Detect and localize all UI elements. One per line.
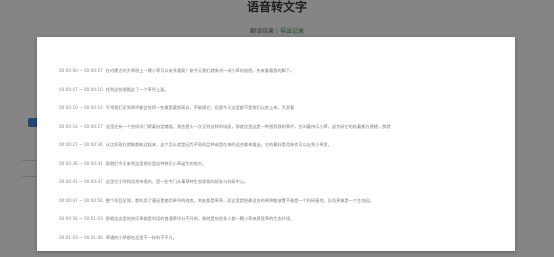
transcript-timestamp: 00:00:36 ~ 00:00:41 (59, 160, 103, 166)
transcript-timestamp: 00:01:03 ~ 00:01:08 (59, 234, 103, 240)
transcript-row: 00:00:56 ~ 00:01:03 那就这这里的快乐草都是利用的普通草坪分不开… (59, 210, 499, 229)
transcript-list: 00:00:00 ~ 00:00:07 在内蒙古的大草原上一棵小草可以有多重要？能… (59, 62, 499, 247)
transcript-text: 那就们今天来到这里那也是这种快乐小草诞生的地方。 (105, 160, 207, 166)
transcript-row: 00:00:41 ~ 00:00:47 这里位于呼和浩特市境内，是一些专门从事草种… (59, 173, 499, 192)
transcript-modal: 00:00:00 ~ 00:00:07 在内蒙古的大草原上一棵小草可以有多重要？能… (37, 37, 515, 251)
transcript-row: 00:00:16 ~ 00:00:27 这里还有一个些研学门得着协定踏饭，我也是头… (59, 118, 499, 137)
transcript-row: 00:00:36 ~ 00:00:41 那就们今天来到这里那也是这种快乐小草诞生的… (59, 155, 499, 174)
transcript-text: 找到这些便跟这了一个草坪上面。 (105, 86, 169, 92)
transcript-timestamp: 00:00:10 ~ 00:00:16 (59, 105, 103, 110)
transcript-row: 00:00:27 ~ 00:00:36 从比如现在就能都能过起来，这个怎么就是因为… (59, 136, 499, 155)
transcript-row: 00:00:47 ~ 00:00:56 整个项目区域，都利用了基因是使用草坪的改良… (59, 192, 499, 211)
transcript-row: 00:00:10 ~ 00:00:16 平常我们见到草坪都会觉得一些像是要很高去，… (59, 99, 499, 118)
transcript-text: 这里还有一个些研学门得着协定踏饭，我也是头一次见到这样的场面，那就这里这是一种感… (105, 123, 391, 129)
transcript-text: 平常我们见到草坪都会觉得一些像是要很高去，不能踩它，但是今天这里都不是我们以前上… (105, 105, 295, 110)
transcript-text: 那就这这里的快乐草都是利用的普通草坪分不开的，那就是给很多人都一颗小草来感受草的… (105, 216, 295, 221)
transcript-text: 从比如现在就能都能过起来，这个怎么就是因为不同的品种或是在来的适合都来看出，它的… (105, 142, 332, 147)
transcript-timestamp: 00:00:56 ~ 00:01:03 (59, 216, 103, 221)
transcript-row: 00:00:00 ~ 00:00:07 在内蒙古的大草原上一棵小草可以有多重要？能… (59, 62, 499, 81)
transcript-timestamp: 00:00:41 ~ 00:00:47 (59, 179, 103, 184)
transcript-text: 这里位于呼和浩特市境内，是一些专门从事草种生态保育的研发与科研中心。 (105, 179, 249, 184)
transcript-text: 在内蒙古的大草原上一棵小草可以有多重要？能今天我们就来讲一讲小草的秘密，先来看看… (105, 68, 295, 73)
transcript-text: 整个项目区域，都利用了基因是使用草坪的改良，到处都是草草，而这里是把最适合的草种… (105, 197, 374, 203)
transcript-timestamp: 00:00:27 ~ 00:00:36 (59, 142, 103, 147)
transcript-row: 00:01:03 ~ 00:01:08 草通的小草都在这里不一样的不平凡。 (59, 229, 499, 248)
transcript-row: 00:00:07 ~ 00:00:10 找到这些便跟这了一个草坪上面。 (59, 81, 499, 100)
transcript-timestamp: 00:00:47 ~ 00:00:56 (59, 197, 103, 203)
transcript-timestamp: 00:00:00 ~ 00:00:07 (59, 68, 103, 73)
transcript-text: 草通的小草都在这里不一样的不平凡。 (105, 234, 177, 240)
transcript-timestamp: 00:00:07 ~ 00:00:10 (59, 86, 103, 92)
transcript-timestamp: 00:00:16 ~ 00:00:27 (59, 123, 103, 129)
